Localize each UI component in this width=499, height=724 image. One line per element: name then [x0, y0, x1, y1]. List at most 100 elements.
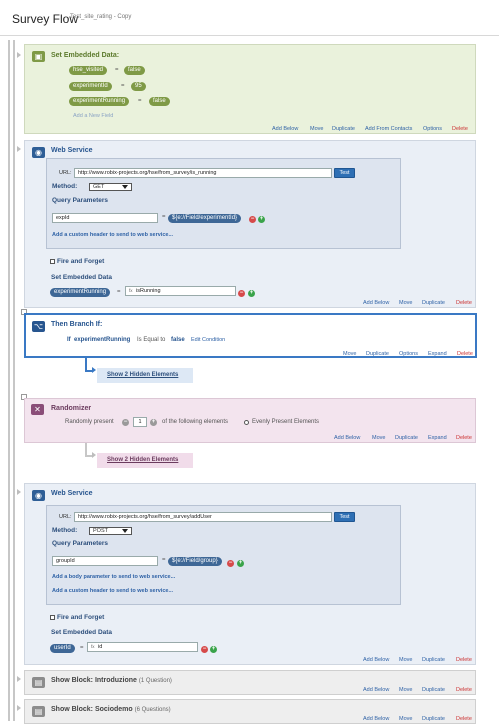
show-hidden-elements-link[interactable]: Show 2 Hidden Elements	[97, 453, 193, 468]
move-link[interactable]: Move	[399, 657, 412, 663]
move-link[interactable]: Move	[399, 716, 412, 722]
expand-link[interactable]: Expand	[428, 435, 447, 441]
add-param-icon[interactable]: +	[237, 560, 244, 567]
test-button[interactable]: Test	[334, 168, 355, 178]
randomizer-connector	[85, 443, 92, 457]
add-custom-header-link[interactable]: Add a custom header to send to web servi…	[52, 588, 173, 594]
remove-field-icon[interactable]: −	[238, 290, 245, 297]
remove-param-icon[interactable]: −	[249, 216, 256, 223]
field-name-pill[interactable]: experimentId	[69, 82, 112, 91]
block-title: Web Service	[51, 147, 93, 154]
options-link[interactable]: Options	[423, 126, 442, 132]
add-below-link[interactable]: Add Below	[272, 126, 298, 132]
question-count: (1 Question)	[138, 678, 172, 684]
decrement-icon[interactable]: −	[122, 419, 129, 426]
delete-link[interactable]: Delete	[456, 716, 472, 722]
field-value-pill[interactable]: false	[124, 66, 145, 75]
options-link[interactable]: Options	[399, 351, 418, 357]
delete-link[interactable]: Delete	[456, 435, 472, 441]
method-select[interactable]: POST	[89, 527, 132, 535]
field-value-pill[interactable]: 95	[131, 82, 146, 91]
duplicate-link[interactable]: Duplicate	[366, 351, 389, 357]
move-link[interactable]: Move	[372, 435, 385, 441]
page-title: Survey Flow	[12, 12, 79, 26]
move-link[interactable]: Move	[399, 687, 412, 693]
url-input[interactable]: http://www.robix-projects.org/hse/from_s…	[74, 168, 332, 178]
duplicate-link[interactable]: Duplicate	[422, 300, 445, 306]
add-custom-header-link[interactable]: Add a custom header to send to web servi…	[52, 232, 173, 238]
add-body-parameter-link[interactable]: Add a body parameter to send to web serv…	[52, 574, 175, 580]
block-title: Then Branch If:	[51, 321, 103, 328]
randomizer-arrow	[92, 452, 96, 458]
edit-condition-link[interactable]: Edit Condition	[191, 337, 225, 343]
test-button[interactable]: Test	[334, 512, 355, 522]
add-below-link[interactable]: Add Below	[363, 300, 389, 306]
expand-link[interactable]: Expand	[428, 351, 447, 357]
duplicate-link[interactable]: Duplicate	[422, 657, 445, 663]
flow-arrow	[17, 705, 21, 711]
delete-link[interactable]: Delete	[452, 126, 468, 132]
branch-connector	[85, 358, 92, 372]
if-label: If	[67, 337, 71, 343]
equals-sign: =	[162, 214, 166, 220]
move-link[interactable]: Move	[343, 351, 356, 357]
evenly-present-checkbox[interactable]	[244, 420, 249, 425]
fire-and-forget-checkbox[interactable]	[50, 615, 55, 620]
evenly-present-label: Evenly Present Elements	[252, 419, 320, 425]
add-field-icon[interactable]: +	[248, 290, 255, 297]
remove-field-icon[interactable]: −	[201, 646, 208, 653]
duplicate-link[interactable]: Duplicate	[395, 435, 418, 441]
embedded-value: isRunning	[136, 288, 161, 294]
equals-sign: =	[162, 557, 166, 563]
field-name-pill[interactable]: hse_visited	[69, 66, 108, 75]
url-input[interactable]: http://www.robix-projects.org/hse/from_s…	[74, 512, 332, 522]
delete-link[interactable]: Delete	[456, 300, 472, 306]
move-link[interactable]: Move	[399, 300, 412, 306]
duplicate-link[interactable]: Duplicate	[332, 126, 355, 132]
embedded-data-icon: ▣	[32, 51, 45, 62]
remove-param-icon[interactable]: −	[227, 560, 234, 567]
add-below-link[interactable]: Add Below	[363, 657, 389, 663]
add-param-icon[interactable]: +	[258, 216, 265, 223]
duplicate-link[interactable]: Duplicate	[422, 716, 445, 722]
add-below-link[interactable]: Add Below	[363, 687, 389, 693]
flow-arrow	[17, 676, 21, 682]
fire-and-forget-label: Fire and Forget	[57, 614, 105, 621]
equals-sign: =	[117, 289, 121, 295]
param-value-pill[interactable]: ${e://Field/experimentId}	[168, 214, 242, 223]
delete-link[interactable]: Delete	[456, 657, 472, 663]
duplicate-link[interactable]: Duplicate	[422, 687, 445, 693]
move-link[interactable]: Move	[310, 126, 323, 132]
fire-and-forget-checkbox[interactable]	[50, 259, 55, 264]
embedded-value-input[interactable]: fx id	[87, 642, 198, 652]
query-params-title: Query Parameters	[52, 540, 109, 547]
add-below-link[interactable]: Add Below	[334, 435, 360, 441]
param-name-input[interactable]: groupId	[52, 556, 158, 566]
flow-line	[8, 40, 10, 721]
field-name-pill[interactable]: experimentRunning	[69, 97, 130, 106]
add-from-contacts-link[interactable]: Add From Contacts	[365, 126, 412, 132]
method-select[interactable]: GET	[89, 183, 132, 191]
web-service-config: URL: http://www.robix-projects.org/hse/f…	[46, 505, 401, 605]
equals-sign: =	[80, 645, 84, 651]
embedded-field-pill[interactable]: experimentRunning	[50, 288, 111, 297]
add-field-icon[interactable]: +	[210, 646, 217, 653]
param-value-pill[interactable]: ${e://Field/group}	[168, 557, 222, 566]
show-hidden-elements-link[interactable]: Show 2 Hidden Elements	[97, 368, 193, 383]
embedded-value-input[interactable]: fx isRunning	[125, 286, 236, 296]
param-name-input[interactable]: expId	[52, 213, 158, 223]
add-below-link[interactable]: Add Below	[363, 716, 389, 722]
add-new-field-link[interactable]: Add a New Field	[73, 113, 113, 119]
block-name: Show Block: Introduzione	[51, 677, 137, 684]
delete-link[interactable]: Delete	[457, 351, 473, 357]
increment-icon[interactable]: +	[150, 419, 157, 426]
count-input[interactable]: 1	[133, 417, 147, 427]
flow-arrow	[17, 146, 21, 152]
condition-field: experimentRunning	[74, 337, 131, 343]
equals-sign: =	[115, 67, 119, 73]
field-value-pill[interactable]: false	[149, 97, 170, 106]
url-label: URL:	[59, 514, 72, 520]
block-name: Show Block: Sociodemo	[51, 706, 133, 713]
embedded-field-pill[interactable]: userId	[50, 644, 75, 653]
delete-link[interactable]: Delete	[456, 687, 472, 693]
